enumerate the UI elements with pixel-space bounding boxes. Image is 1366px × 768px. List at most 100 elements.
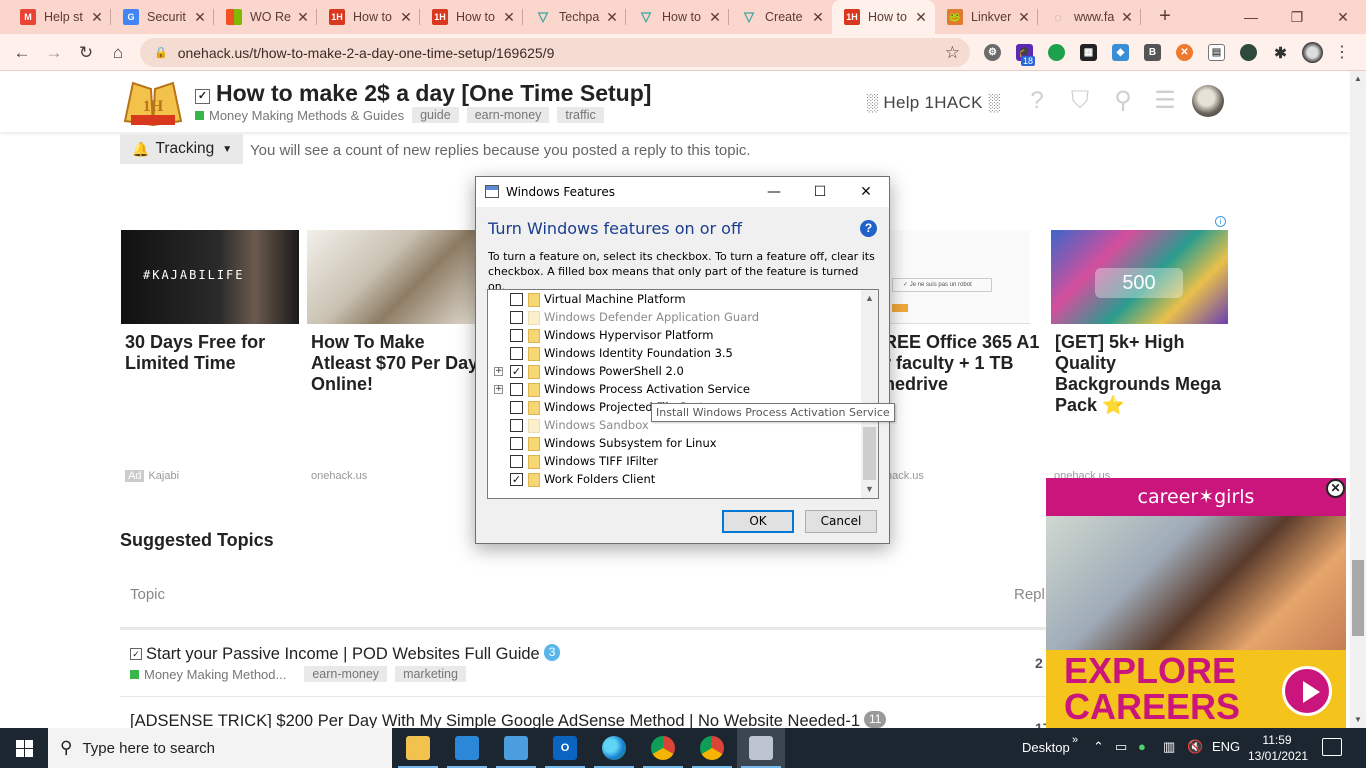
tab-close-icon[interactable]: ✕ [501,9,517,26]
tray-network-icon[interactable]: ▥ [1163,739,1175,755]
extension-green-icon[interactable] [1048,44,1065,61]
feature-row[interactable]: ✓ Work Folders Client [488,471,862,489]
table-row[interactable]: ✓ Start your Passive Income | POD Website… [130,644,561,682]
toolbar-chevron-icon[interactable]: » [1072,734,1078,746]
page-title[interactable]: ✓ How to make 2$ a day [One Time Setup] [195,80,651,107]
back-button[interactable]: ← [8,39,36,67]
column-header-replies[interactable]: Repl [1014,586,1045,603]
extension-orange-icon[interactable]: ✕ [1176,44,1193,61]
features-list-scroll-thumb[interactable] [863,427,876,480]
tag-marketing[interactable]: marketing [395,666,466,682]
reply-badge[interactable]: 11 [864,711,887,728]
feature-checkbox[interactable] [510,347,523,360]
browser-tab[interactable]: 1H How to ✕ [317,0,420,34]
address-bar[interactable]: 🔒 onehack.us/t/how-to-make-2-a-day-one-t… [140,38,970,67]
feature-checkbox[interactable] [510,311,523,324]
feature-checkbox[interactable]: ✓ [510,365,523,378]
dialog-titlebar[interactable]: Windows Features — ☐ ✕ [476,177,889,207]
scroll-up-arrow-icon[interactable]: ▲ [1350,71,1366,87]
feature-checkbox[interactable] [510,293,523,306]
hamburger-menu-icon[interactable]: ☰ [1151,87,1179,115]
start-button[interactable] [0,728,48,768]
features-app-taskbar-button[interactable] [737,728,785,768]
dialog-close-button[interactable]: ✕ [843,177,889,207]
reload-button[interactable]: ↻ [72,39,100,67]
features-list-scrollbar[interactable]: ▲ ▼ [861,290,878,498]
ad-title[interactable]: How To Make Atleast $70 Per Day Online! [307,332,487,395]
extension-doc-icon[interactable]: ▤ [1208,44,1225,61]
desktop-toolbar-label[interactable]: Desktop [1022,740,1070,755]
list-scroll-up-icon[interactable]: ▲ [861,290,878,307]
features-tree-list[interactable]: Virtual Machine Platform Windows Defender… [487,289,879,499]
feature-checkbox[interactable] [510,437,523,450]
tab-close-icon[interactable]: ✕ [913,9,929,26]
expand-plus-icon[interactable]: + [494,367,503,376]
language-indicator[interactable]: ENG [1212,739,1240,754]
category-link[interactable]: Money Making Methods & Guides [209,108,404,123]
feature-checkbox[interactable] [510,401,523,414]
feature-checkbox[interactable] [510,419,523,432]
feature-row[interactable]: Windows Hypervisor Platform [488,327,862,345]
search-icon[interactable]: ⚲ [1109,87,1137,115]
tab-close-icon[interactable]: ✕ [295,9,311,26]
browser-close-button[interactable]: ✕ [1320,0,1366,34]
ad-info-icon[interactable]: i [1215,216,1226,227]
forward-button[interactable]: → [40,39,68,67]
tab-close-icon[interactable]: ✕ [1119,9,1135,26]
topic-category[interactable]: Money Making Method... [144,667,286,682]
edge-app-taskbar-button[interactable] [590,728,638,768]
chrome-app-taskbar-button[interactable] [639,728,687,768]
topic-title[interactable]: ✓ Start your Passive Income | POD Website… [130,644,561,664]
page-scroll-thumb[interactable] [1352,560,1364,636]
cancel-button[interactable]: Cancel [805,510,877,533]
volume-mute-icon[interactable]: 🔇 [1187,739,1203,755]
faq-icon[interactable]: ? [1023,87,1051,115]
browser-minimize-button[interactable]: — [1228,0,1274,34]
browser-tab[interactable]: 🐸 Linkver ✕ [935,0,1038,34]
topic-title-text[interactable]: Start your Passive Income | POD Websites… [146,645,540,663]
extension-blue-icon[interactable]: ◆ [1112,44,1129,61]
extensions-puzzle-icon[interactable]: ✱ [1272,44,1289,62]
feature-row[interactable]: Windows Defender Application Guard [488,309,862,327]
column-header-topic[interactable]: Topic [130,586,165,603]
browser-restore-button[interactable]: ❐ [1274,0,1320,34]
tracking-dropdown-button[interactable]: 🔔 Tracking ▼ [120,134,243,164]
profile-avatar[interactable] [1302,42,1323,63]
tab-close-icon[interactable]: ✕ [707,9,723,26]
feature-checkbox[interactable] [510,383,523,396]
new-tab-button[interactable]: + [1153,4,1177,28]
help-1hack-link[interactable]: ░ Help 1HACK ░ [866,93,1000,113]
tab-close-icon[interactable]: ✕ [398,9,414,26]
extension-gear-icon[interactable]: ⚙ [984,44,1001,61]
ad-card-office-365[interactable]: ✓ Je ne suis pas un robot REE Office 365… [880,230,1050,395]
tab-close-icon[interactable]: ✕ [192,9,208,26]
extension-b-icon[interactable]: B [1144,44,1161,61]
dialog-maximize-button[interactable]: ☐ [797,177,843,207]
tag-guide[interactable]: guide [412,107,459,123]
bookmark-star-icon[interactable]: ☆ [945,43,960,63]
taskbar-search-box[interactable]: ⚲ Type here to search [48,728,392,768]
outlook-app-taskbar-button[interactable]: O [541,728,589,768]
tab-close-icon[interactable]: ✕ [1016,9,1032,26]
ad-title[interactable]: 30 Days Free for Limited Time [121,332,301,374]
extension-grid-icon[interactable]: ▦ [1080,44,1097,61]
feature-checkbox[interactable]: ✓ [510,473,523,486]
career-girls-ad[interactable]: career✶girls EXPLORE CAREERS [1046,478,1346,728]
browser-tab[interactable]: G Securit ✕ [111,0,214,34]
feature-checkbox[interactable] [510,455,523,468]
ok-button[interactable]: OK [722,510,794,533]
ad-close-icon[interactable]: ✕ [1326,479,1345,498]
help-icon[interactable]: ? [860,220,877,237]
browser-tab[interactable]: 1H How to ✕ [420,0,523,34]
taskbar-clock[interactable]: 11:59 13/01/2021 [1248,732,1308,764]
ad-card-backgrounds[interactable]: 500 [GET] 5k+ High Quality Backgrounds M… [1051,230,1231,416]
file-explorer-taskbar-button[interactable] [394,728,442,768]
tab-close-icon[interactable]: ✕ [810,9,826,26]
chrome-app-2-taskbar-button[interactable] [688,728,736,768]
browser-tab[interactable]: WO Re ✕ [214,0,317,34]
unread-badge[interactable]: 3 [543,644,561,661]
notifications-icon[interactable] [1322,738,1342,756]
tray-device-icon[interactable]: ▭ [1115,739,1127,755]
browser-tab[interactable]: 1H How to ✕ [832,0,935,34]
onehack-logo[interactable]: 1H [121,75,185,129]
